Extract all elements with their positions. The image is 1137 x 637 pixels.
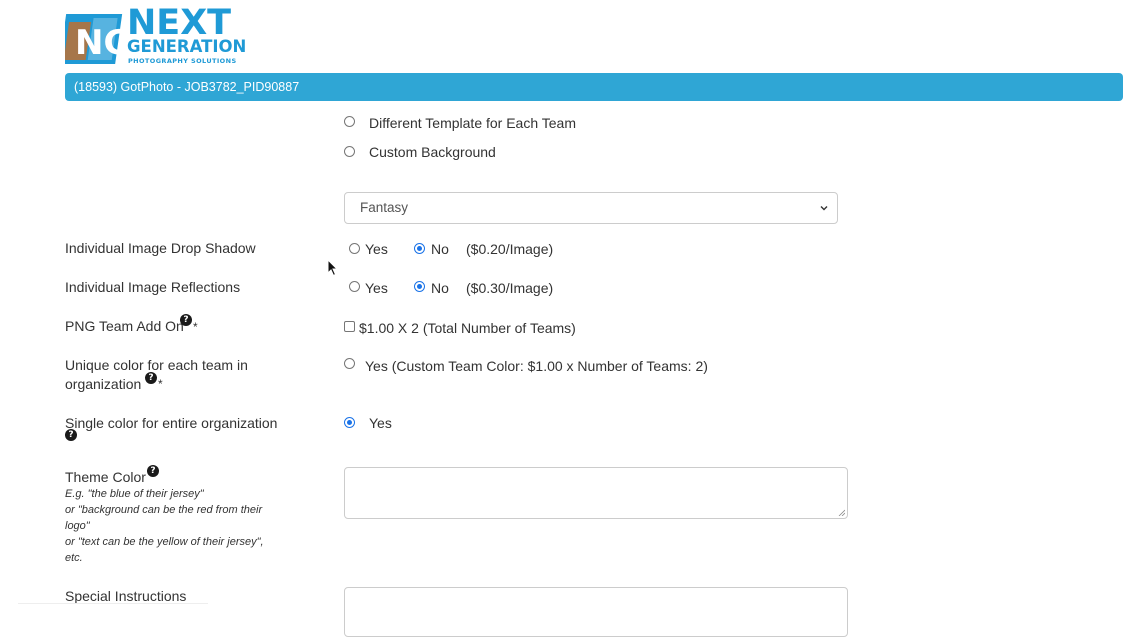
reflections-yes-radio[interactable] [349,281,360,292]
drop-shadow-no-label: No [431,241,449,257]
single-color-option-label: Yes [369,415,392,431]
template-different-radio[interactable] [344,116,355,127]
logo-mark-icon: NG [65,14,127,64]
custom-background-label: Custom Background [369,144,496,160]
template-different-label: Different Template for Each Team [369,115,576,131]
theme-color-hint: E.g. "the blue of their jersey" [65,488,204,500]
unique-color-label-line2: organization [65,376,142,392]
help-icon[interactable]: ? [145,372,157,384]
resize-handle-icon[interactable] [838,509,845,516]
png-team-option-label: $1.00 X 2 (Total Number of Teams) [359,320,576,336]
unique-color-radio[interactable] [344,358,355,369]
theme-color-textarea[interactable] [344,467,848,519]
help-icon[interactable]: ? [180,314,192,326]
svg-text:NG: NG [75,23,127,63]
single-color-label: Single color for entire organization [65,415,278,431]
theme-color-hint: logo" [65,520,90,532]
theme-color-hint: or "background can be the red from their [65,504,263,516]
reflections-price: ($0.30/Image) [466,280,554,296]
theme-color-hints: E.g. "the blue of their jersey" or "back… [65,486,305,566]
help-icon[interactable]: ? [65,429,77,441]
reflections-yes-label: Yes [365,280,388,296]
logo-text-generation: GENERATION [127,37,247,56]
reflections-label: Individual Image Reflections [65,279,241,295]
drop-shadow-no-radio[interactable] [414,243,425,254]
reflections-no-label: No [431,280,449,296]
single-color-radio[interactable] [344,417,355,428]
logo-text-next: NEXT [127,3,232,43]
background-select-value: Fantasy [360,200,409,215]
custom-background-radio[interactable] [344,146,355,157]
drop-shadow-yes-label: Yes [365,241,388,257]
unique-color-label-line1: Unique color for each team in [65,357,248,373]
help-icon[interactable]: ? [147,465,159,477]
png-team-checkbox[interactable] [344,321,355,332]
png-team-label: PNG Team Add On [65,317,184,336]
reflections-no-radio[interactable] [414,281,425,292]
divider [18,603,208,604]
theme-color-hint: or "text can be the yellow of their jers… [65,536,264,548]
special-instructions-textarea[interactable] [344,587,848,637]
theme-color-hint: etc. [65,552,83,564]
company-logo: NG NEXT GENERATION PHOTOGRAPHY SOLUTIONS [65,3,251,66]
unique-color-option-label: Yes (Custom Team Color: $1.00 x Number o… [365,358,708,374]
background-select[interactable]: Fantasy [344,192,838,224]
theme-color-label: Theme Color [65,469,146,485]
drop-shadow-yes-radio[interactable] [349,243,360,254]
required-asterisk: * [193,320,198,334]
required-asterisk: * [158,377,163,391]
png-team-label-text: PNG Team Add On [65,318,184,334]
drop-shadow-label: Individual Image Drop Shadow [65,240,256,256]
chevron-down-icon [820,206,828,211]
mouse-pointer-icon [327,259,339,277]
logo-text-tagline: PHOTOGRAPHY SOLUTIONS [128,57,237,65]
drop-shadow-price: ($0.20/Image) [466,241,554,257]
job-title-bar: (18593) GotPhoto - JOB3782_PID90887 [65,73,1123,101]
